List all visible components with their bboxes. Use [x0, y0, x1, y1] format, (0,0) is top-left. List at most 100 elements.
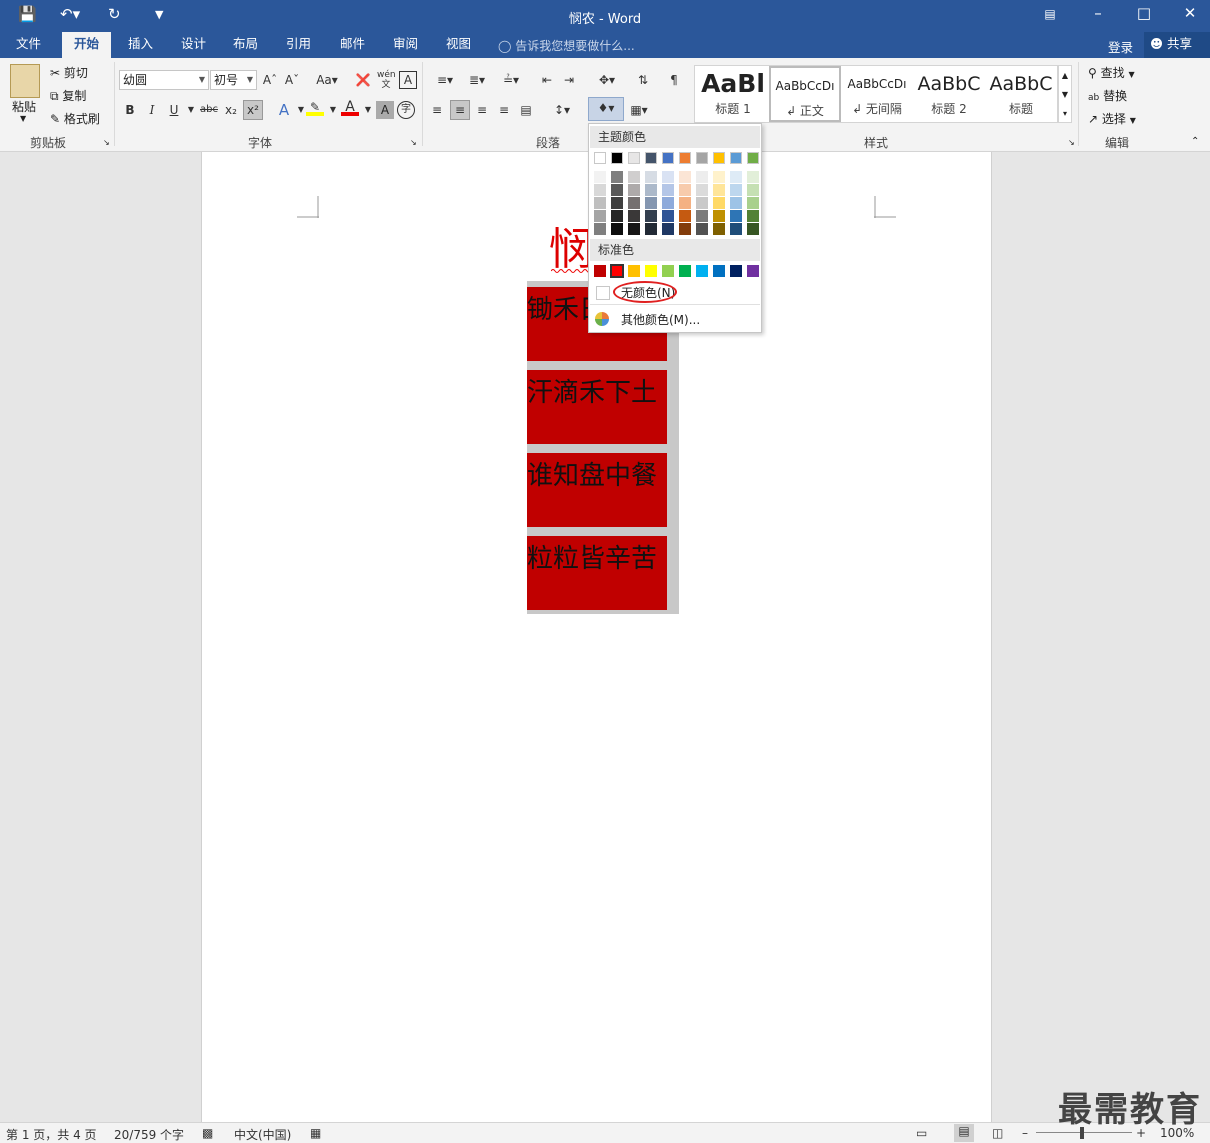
sign-in-link[interactable]: 登录	[1108, 37, 1133, 56]
paste-icon[interactable]	[10, 64, 40, 98]
enclose-char-icon[interactable]: 字	[397, 101, 415, 119]
standard-color-swatch[interactable]	[610, 264, 624, 278]
theme-shade-swatch[interactable]	[696, 197, 708, 209]
theme-shade-swatch[interactable]	[611, 210, 623, 222]
theme-shade-swatch[interactable]	[713, 223, 725, 235]
theme-shade-swatch[interactable]	[645, 184, 657, 196]
maximize-button[interactable]: □	[1124, 4, 1164, 22]
tab-file[interactable]: 文件	[4, 32, 53, 58]
char-shading-icon[interactable]: A	[376, 101, 394, 119]
shading-button[interactable]: ♦▾	[588, 97, 624, 121]
theme-shade-swatch[interactable]	[696, 184, 708, 196]
select-button[interactable]: ↗ 选择 ▼	[1088, 110, 1136, 127]
theme-shade-swatch[interactable]	[645, 197, 657, 209]
justify-icon[interactable]: ≡	[495, 101, 513, 119]
theme-color-swatch[interactable]	[696, 152, 708, 164]
chinese-layout-icon[interactable]: ✥▾	[592, 71, 622, 89]
theme-shade-swatch[interactable]	[662, 197, 674, 209]
word-count[interactable]: 20/759 个字	[114, 1126, 184, 1143]
tab-layout[interactable]: 布局	[221, 32, 270, 58]
sort-icon[interactable]: ⇅	[634, 71, 652, 89]
theme-shade-swatch[interactable]	[662, 210, 674, 222]
align-center-icon[interactable]: ≡	[450, 100, 470, 120]
underline-icon[interactable]: U	[165, 101, 183, 119]
standard-color-swatch[interactable]	[594, 265, 606, 277]
theme-shade-swatch[interactable]	[594, 171, 606, 183]
styles-scroll[interactable]: ▲ ▼ ▾	[1058, 65, 1072, 123]
bullets-icon[interactable]: ≡▾	[430, 71, 460, 89]
no-color-swatch[interactable]	[596, 286, 610, 300]
theme-shade-swatch[interactable]	[747, 171, 759, 183]
theme-color-swatch[interactable]	[730, 152, 742, 164]
theme-shade-swatch[interactable]	[645, 210, 657, 222]
tab-design[interactable]: 设计	[169, 32, 218, 58]
line-spacing-icon[interactable]: ↕▾	[547, 101, 577, 119]
style-heading1[interactable]: AaBl 标题 1	[697, 66, 769, 122]
theme-shade-swatch[interactable]	[730, 171, 742, 183]
style-normal[interactable]: AaBbCcDı ↲ 正文	[769, 66, 841, 122]
theme-shade-swatch[interactable]	[747, 197, 759, 209]
theme-shade-swatch[interactable]	[730, 184, 742, 196]
theme-shade-swatch[interactable]	[611, 184, 623, 196]
replace-button[interactable]: ab 替换	[1088, 87, 1127, 104]
font-color-icon[interactable]: A	[341, 98, 359, 116]
tab-review[interactable]: 审阅	[381, 32, 430, 58]
scroll-down-icon[interactable]: ▼	[1062, 90, 1068, 99]
theme-shade-swatch[interactable]	[713, 197, 725, 209]
poem-line[interactable]: 汗滴禾下土	[527, 370, 667, 444]
find-button[interactable]: ⚲ 查找 ▼	[1088, 64, 1135, 81]
theme-shade-swatch[interactable]	[594, 197, 606, 209]
zoom-out-icon[interactable]: –	[1022, 1126, 1028, 1140]
share-button[interactable]: ☻ 共享	[1144, 32, 1210, 58]
strikethrough-icon[interactable]: abc	[198, 101, 220, 119]
paste-dropdown-icon[interactable]: ▼	[20, 114, 26, 123]
theme-shade-swatch[interactable]	[713, 184, 725, 196]
theme-color-swatch[interactable]	[713, 152, 725, 164]
theme-shade-swatch[interactable]	[594, 210, 606, 222]
copy-button[interactable]: ⧉ 复制	[50, 87, 86, 104]
align-right-icon[interactable]: ≡	[473, 101, 491, 119]
theme-shade-swatch[interactable]	[594, 223, 606, 235]
standard-color-swatch[interactable]	[662, 265, 674, 277]
theme-shade-swatch[interactable]	[679, 184, 691, 196]
theme-shade-swatch[interactable]	[611, 197, 623, 209]
increase-indent-icon[interactable]: ⇥	[560, 71, 578, 89]
close-button[interactable]: ✕	[1170, 4, 1210, 22]
proofing-icon[interactable]: ▩	[202, 1126, 213, 1140]
styles-launcher-icon[interactable]: ↘	[1068, 138, 1075, 147]
read-mode-icon[interactable]: ▭	[916, 1126, 927, 1140]
theme-shade-swatch[interactable]	[645, 223, 657, 235]
cut-button[interactable]: ✂ 剪切	[50, 64, 88, 81]
poem-line[interactable]: 粒粒皆辛苦	[527, 536, 667, 610]
tab-references[interactable]: 引用	[274, 32, 323, 58]
theme-shade-swatch[interactable]	[696, 171, 708, 183]
language-status[interactable]: 中文(中国)	[234, 1126, 291, 1143]
theme-shade-swatch[interactable]	[713, 171, 725, 183]
bold-icon[interactable]: B	[121, 101, 139, 119]
tab-home[interactable]: 开始	[62, 32, 112, 58]
theme-shade-swatch[interactable]	[747, 184, 759, 196]
theme-color-swatch[interactable]	[662, 152, 674, 164]
style-title[interactable]: AaBbC 标题	[985, 66, 1057, 122]
change-case-icon[interactable]: Aa▾	[313, 71, 341, 89]
clipboard-launcher-icon[interactable]: ↘	[103, 138, 110, 147]
theme-shade-swatch[interactable]	[747, 210, 759, 222]
theme-shade-swatch[interactable]	[645, 171, 657, 183]
theme-shade-swatch[interactable]	[747, 223, 759, 235]
superscript-icon[interactable]: x²	[243, 100, 263, 120]
theme-shade-swatch[interactable]	[628, 171, 640, 183]
numbering-icon[interactable]: ≣▾	[462, 71, 492, 89]
char-border-icon[interactable]: A	[399, 71, 417, 89]
standard-color-swatch[interactable]	[679, 265, 691, 277]
poem-line[interactable]: 谁知盘中餐	[527, 453, 667, 527]
tell-me-box[interactable]: ◯ 告诉我您想要做什么...	[498, 37, 635, 54]
clear-format-icon[interactable]: ❌	[354, 71, 372, 89]
zoom-slider-track[interactable]	[1036, 1132, 1132, 1133]
decrease-indent-icon[interactable]: ⇤	[538, 71, 556, 89]
theme-shade-swatch[interactable]	[628, 223, 640, 235]
tab-view[interactable]: 视图	[434, 32, 483, 58]
show-marks-icon[interactable]: ¶	[665, 71, 683, 89]
standard-color-swatch[interactable]	[713, 265, 725, 277]
theme-shade-swatch[interactable]	[611, 171, 623, 183]
standard-color-swatch[interactable]	[645, 265, 657, 277]
